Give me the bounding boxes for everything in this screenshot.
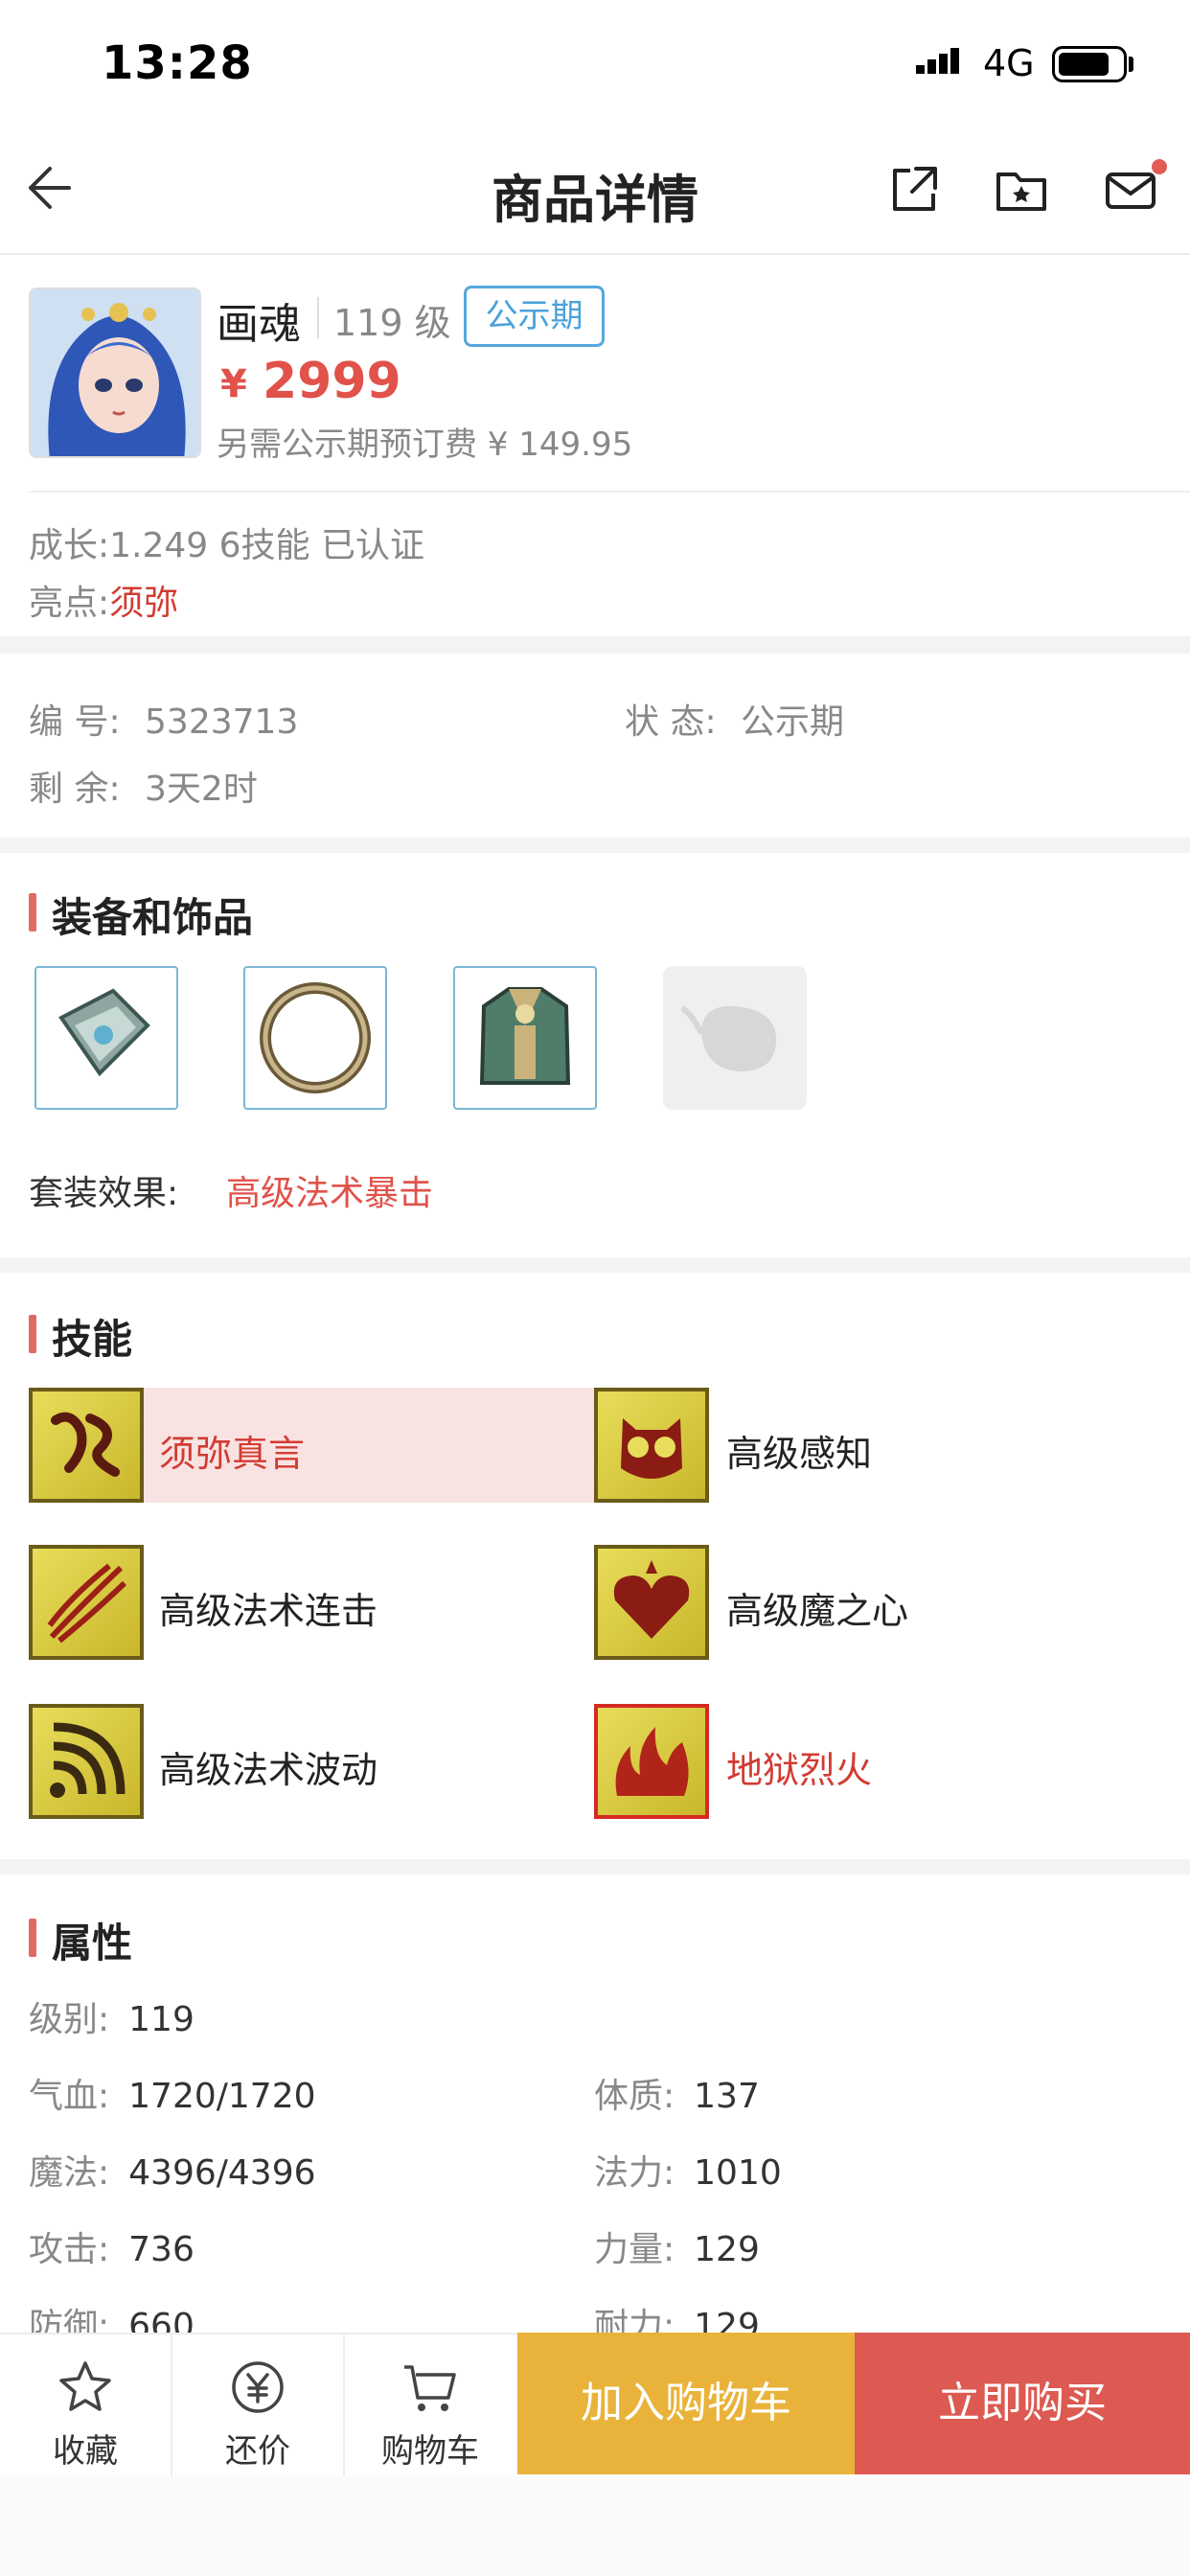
skill-name: 地狱烈火 <box>726 1749 873 1791</box>
bargain-label: 还价 <box>225 2432 290 2471</box>
reservation-fee: 另需公示期预订费 ¥ 149.95 <box>217 426 633 464</box>
status-bar: 13:28 4G <box>0 0 1190 125</box>
bracer-icon <box>58 988 150 1077</box>
attr-constitution: 体质: 137 <box>594 2077 760 2116</box>
equipment-title: 装备和饰品 <box>29 886 253 944</box>
add-to-cart-button[interactable]: 加入购物车 <box>517 2333 855 2474</box>
skill-name: 高级法术波动 <box>159 1749 378 1791</box>
attributes-title: 属性 <box>29 1911 132 1969</box>
attr-attack: 攻击: 736 <box>29 2230 195 2269</box>
hellfire-icon[interactable] <box>594 1704 709 1819</box>
skill-name: 高级感知 <box>726 1433 873 1475</box>
skill-name: 高级法术连击 <box>159 1590 378 1632</box>
cart-label: 购物车 <box>381 2432 479 2471</box>
item-id-label: 编 号: <box>29 702 121 742</box>
attr-mp: 魔法: 4396/4396 <box>29 2153 316 2193</box>
equipment-slot-3[interactable] <box>453 966 597 1110</box>
character-portrait-icon <box>31 289 199 456</box>
share-icon[interactable] <box>885 161 943 218</box>
ring-icon <box>260 982 371 1093</box>
item-status-label: 状 态: <box>625 702 717 742</box>
status-time: 13:28 <box>102 36 253 90</box>
item-remaining-label: 剩 余: <box>29 770 121 809</box>
skill-name: 须弥真言 <box>159 1433 306 1475</box>
cart-button[interactable]: 购物车 <box>345 2334 515 2478</box>
name-divider <box>317 297 319 339</box>
bargain-button[interactable]: 还价 <box>172 2334 343 2478</box>
attr-level: 级别: 119 <box>29 2000 195 2039</box>
equipment-slot-1[interactable] <box>34 966 178 1110</box>
status-badge: 公示期 <box>464 286 605 347</box>
item-status-value: 公示期 <box>741 702 845 742</box>
buy-now-button[interactable]: 立即购买 <box>855 2333 1190 2474</box>
attr-hp: 气血: 1720/1720 <box>29 2077 316 2116</box>
section-gap <box>0 1859 1190 1874</box>
favorite-folder-icon[interactable] <box>993 161 1050 218</box>
battery-tip <box>1129 57 1133 72</box>
price-currency: ¥ <box>220 362 247 406</box>
home-indicator-area <box>0 2476 1190 2576</box>
skill-name: 高级魔之心 <box>726 1590 909 1632</box>
highlight-value: 须弥 <box>109 584 179 623</box>
highlight: 亮点:须弥 <box>29 575 178 625</box>
set-effect-value: 高级法术暴击 <box>226 1174 434 1213</box>
demon-heart-icon[interactable] <box>594 1545 709 1660</box>
yen-coin-icon <box>232 2361 284 2413</box>
section-gap <box>0 838 1190 853</box>
notification-dot <box>1152 159 1167 174</box>
equipment-slot-4[interactable] <box>663 966 807 1110</box>
sumeru-rune-icon[interactable] <box>29 1388 144 1503</box>
star-icon <box>59 2361 111 2411</box>
item-id-value: 5323713 <box>145 702 299 742</box>
owl-icon[interactable] <box>594 1388 709 1503</box>
attr-magic: 法力: 1010 <box>594 2153 782 2193</box>
item-id: 编 号: 5323713 <box>29 694 298 744</box>
network-type: 4G <box>983 42 1035 84</box>
armor-icon <box>479 987 571 1085</box>
price: 2999 <box>263 353 401 410</box>
section-gap <box>0 1257 1190 1273</box>
battery-icon <box>1052 46 1127 82</box>
section-gap <box>0 636 1190 654</box>
claw-slash-icon[interactable] <box>29 1545 144 1660</box>
message-icon[interactable] <box>1102 161 1159 218</box>
product-thumbnail[interactable] <box>29 288 201 458</box>
item-remaining: 剩 余: 3天2时 <box>29 761 258 811</box>
product-summary: 成长:1.249 6技能 已认证 <box>29 526 424 565</box>
signal-icon <box>916 48 959 74</box>
item-remaining-value: 3天2时 <box>145 770 258 809</box>
skills-title: 技能 <box>29 1307 132 1366</box>
nav-bar: 商品详情 <box>0 125 1190 255</box>
product-level: 119 级 <box>333 302 451 344</box>
equipment-slot-2[interactable] <box>243 966 387 1110</box>
set-effect-label: 套装效果: <box>29 1174 179 1213</box>
highlight-label: 亮点: <box>29 584 110 623</box>
divider <box>29 491 1190 493</box>
shopping-cart-icon <box>404 2365 456 2411</box>
attr-strength: 力量: 129 <box>594 2230 760 2269</box>
empty-slot-icon <box>680 1005 777 1071</box>
item-status: 状 态: 公示期 <box>625 694 844 744</box>
wave-icon[interactable] <box>29 1704 144 1819</box>
favorite-label: 收藏 <box>53 2432 118 2471</box>
product-name: 画魂 <box>217 300 301 349</box>
favorite-button[interactable]: 收藏 <box>0 2334 171 2478</box>
